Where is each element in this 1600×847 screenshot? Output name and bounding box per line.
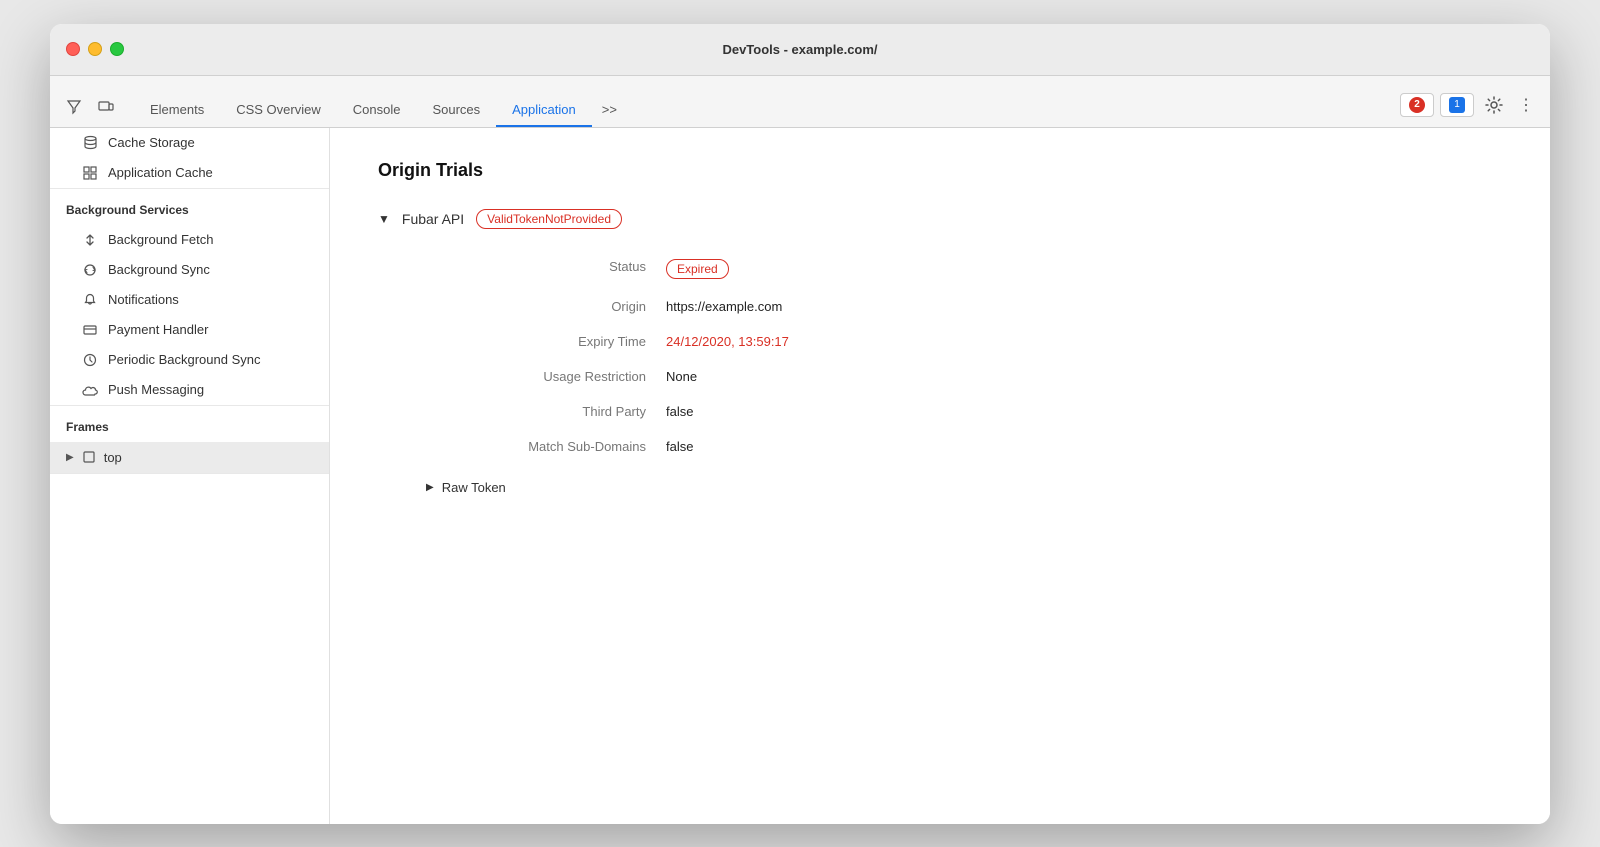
info-button[interactable]: 1 — [1440, 93, 1474, 117]
sidebar-item-top[interactable]: ▶ top — [50, 442, 329, 473]
status-label: Status — [426, 249, 666, 289]
sidebar-item-cache-storage[interactable]: Cache Storage — [50, 128, 329, 158]
maximize-button[interactable] — [110, 42, 124, 56]
grid-icon — [82, 165, 98, 181]
sidebar-item-payment-handler[interactable]: Payment Handler — [50, 315, 329, 345]
db-icon — [82, 135, 98, 151]
frames-title: Frames — [50, 406, 329, 442]
sidebar-item-notifications[interactable]: Notifications — [50, 285, 329, 315]
trial-expand-icon[interactable]: ▼ — [378, 212, 390, 226]
trial-status-badge: ValidTokenNotProvided — [476, 209, 622, 229]
inspect-icon[interactable] — [62, 95, 86, 119]
devtools-window: DevTools - example.com/ Elements CSS Ove… — [50, 24, 1550, 824]
main-panel: Origin Trials ▼ Fubar API ValidTokenNotP… — [330, 128, 1550, 824]
background-services-section: Background Services Background Fetch — [50, 189, 329, 406]
error-badge: 2 — [1409, 97, 1425, 113]
clock-icon — [82, 352, 98, 368]
trial-section: ▼ Fubar API ValidTokenNotProvided Status… — [378, 209, 1502, 495]
close-button[interactable] — [66, 42, 80, 56]
toolbar-icons — [62, 95, 118, 127]
tab-css-overview[interactable]: CSS Overview — [220, 94, 337, 127]
panel-title: Origin Trials — [378, 160, 1502, 181]
sidebar-item-background-fetch[interactable]: Background Fetch — [50, 225, 329, 255]
status-value: Expired — [666, 249, 1502, 289]
sidebar-item-push-messaging[interactable]: Push Messaging — [50, 375, 329, 405]
raw-token-label: Raw Token — [442, 480, 506, 495]
sync-icon — [82, 262, 98, 278]
more-tabs-button[interactable]: >> — [592, 94, 627, 127]
trial-detail-grid: Status Expired Origin https://example.co… — [426, 249, 1502, 464]
expiry-time-label: Expiry Time — [426, 324, 666, 359]
tab-elements[interactable]: Elements — [134, 94, 220, 127]
toolbar-right: 2 1 ⋮ — [1400, 91, 1538, 127]
more-options-button[interactable]: ⋮ — [1514, 93, 1538, 117]
title-bar: DevTools - example.com/ — [50, 24, 1550, 76]
sidebar: Cache Storage Application Cache — [50, 128, 330, 824]
traffic-lights — [66, 42, 124, 56]
tabs-container: Elements CSS Overview Console Sources Ap… — [134, 94, 1400, 127]
match-sub-domains-value: false — [666, 429, 1502, 464]
tab-console[interactable]: Console — [337, 94, 417, 127]
minimize-button[interactable] — [88, 42, 102, 56]
third-party-value: false — [666, 394, 1502, 429]
frame-icon — [82, 450, 96, 464]
expiry-time-value: 24/12/2020, 13:59:17 — [666, 324, 1502, 359]
cloud-icon — [82, 382, 98, 398]
info-badge: 1 — [1449, 97, 1465, 113]
expired-badge: Expired — [666, 259, 729, 279]
raw-token-row[interactable]: ▶ Raw Token — [426, 480, 1502, 495]
origin-value: https://example.com — [666, 289, 1502, 324]
main-content: Cache Storage Application Cache — [50, 128, 1550, 824]
trial-header: ▼ Fubar API ValidTokenNotProvided — [378, 209, 1502, 229]
frames-section: Frames ▶ top — [50, 406, 329, 474]
match-sub-domains-label: Match Sub-Domains — [426, 429, 666, 464]
triangle-icon: ▶ — [66, 452, 74, 463]
third-party-label: Third Party — [426, 394, 666, 429]
sidebar-item-periodic-background-sync[interactable]: Periodic Background Sync — [50, 345, 329, 375]
card-icon — [82, 322, 98, 338]
trial-name: Fubar API — [402, 211, 464, 227]
bell-icon — [82, 292, 98, 308]
sidebar-item-background-sync[interactable]: Background Sync — [50, 255, 329, 285]
errors-button[interactable]: 2 — [1400, 93, 1434, 117]
tab-sources[interactable]: Sources — [416, 94, 496, 127]
tab-application[interactable]: Application — [496, 94, 592, 127]
sidebar-item-application-cache[interactable]: Application Cache — [50, 158, 329, 188]
tab-bar: Elements CSS Overview Console Sources Ap… — [50, 76, 1550, 128]
usage-restriction-value: None — [666, 359, 1502, 394]
usage-restriction-label: Usage Restriction — [426, 359, 666, 394]
arrows-icon — [82, 232, 98, 248]
background-services-title: Background Services — [50, 189, 329, 225]
device-toggle-icon[interactable] — [94, 95, 118, 119]
window-title: DevTools - example.com/ — [722, 42, 877, 57]
origin-label: Origin — [426, 289, 666, 324]
storage-section: Cache Storage Application Cache — [50, 128, 329, 189]
raw-token-expand-icon: ▶ — [426, 482, 434, 493]
settings-button[interactable] — [1480, 91, 1508, 119]
